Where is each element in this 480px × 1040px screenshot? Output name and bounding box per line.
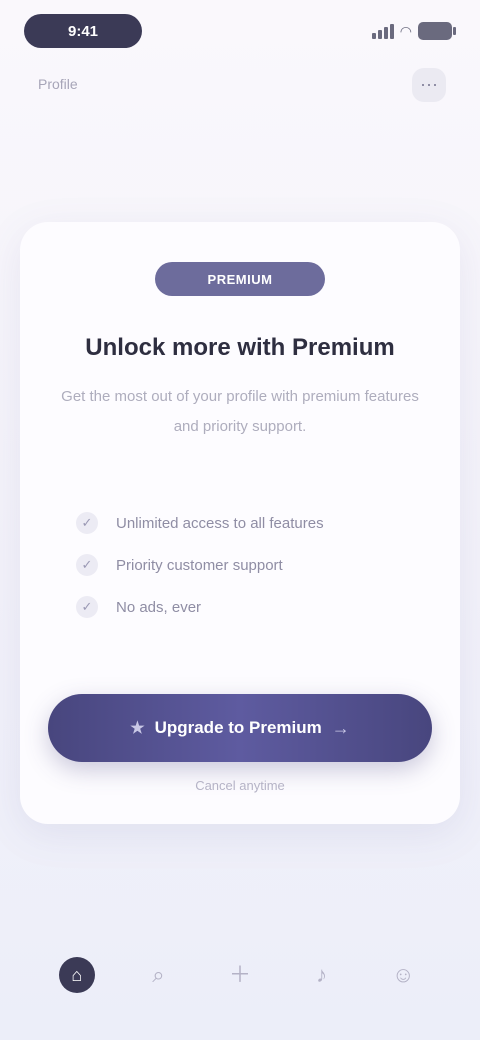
arrow-right-icon: → bbox=[331, 717, 350, 738]
header: Profile ⋯ bbox=[0, 66, 480, 106]
page-title: Profile bbox=[38, 76, 78, 92]
premium-card: PREMIUM Unlock more with Premium Get the… bbox=[20, 222, 460, 824]
signal-icon bbox=[371, 23, 394, 39]
menu-icon[interactable]: ⋯ bbox=[412, 68, 446, 102]
feature-item: ✓ Unlimited access to all features bbox=[76, 502, 416, 544]
nav-item-profile[interactable]: ☺ bbox=[373, 945, 433, 1005]
status-time: 9:41 bbox=[24, 14, 142, 48]
check-icon: ✓ bbox=[76, 512, 98, 534]
feature-label: No ads, ever bbox=[116, 598, 202, 616]
status-icons: ◠ bbox=[371, 20, 456, 42]
nav-item-notifications[interactable]: ♪ bbox=[292, 945, 352, 1005]
bottom-nav: ⌂ ⌕ ＋ ♪ ☺ bbox=[0, 930, 480, 1020]
check-icon: ✓ bbox=[76, 554, 98, 576]
status-bar: 9:41 ◠ bbox=[0, 0, 480, 64]
check-icon: ✓ bbox=[76, 596, 98, 618]
bell-icon: ♪ bbox=[316, 962, 328, 987]
battery-icon bbox=[418, 22, 456, 40]
nav-item-search[interactable]: ⌕ bbox=[128, 945, 188, 1005]
home-icon: ⌂ bbox=[58, 957, 95, 993]
search-icon: ⌕ bbox=[152, 962, 165, 987]
star-icon: ★ bbox=[130, 720, 145, 737]
user-icon: ☺ bbox=[391, 962, 415, 987]
nav-item-home[interactable]: ⌂ bbox=[47, 945, 107, 1005]
nav-item-add[interactable]: ＋ bbox=[210, 945, 270, 1005]
feature-item: ✓ No ads, ever bbox=[76, 586, 416, 628]
upgrade-button[interactable]: ★ Upgrade to Premium → bbox=[48, 694, 432, 762]
feature-label: Unlimited access to all features bbox=[116, 514, 324, 532]
cancel-note: Cancel anytime bbox=[195, 778, 285, 793]
feature-label: Priority customer support bbox=[116, 556, 283, 574]
card-title: Unlock more with Premium bbox=[85, 334, 395, 361]
upgrade-button-label: Upgrade to Premium bbox=[154, 718, 322, 737]
add-icon: ＋ bbox=[228, 962, 251, 987]
wifi-icon: ◠ bbox=[399, 22, 412, 39]
card-description: Get the most out of your profile with pr… bbox=[61, 388, 419, 435]
feature-list: ✓ Unlimited access to all features ✓ Pri… bbox=[76, 502, 416, 628]
premium-badge: PREMIUM bbox=[155, 262, 325, 296]
feature-item: ✓ Priority customer support bbox=[76, 544, 416, 586]
